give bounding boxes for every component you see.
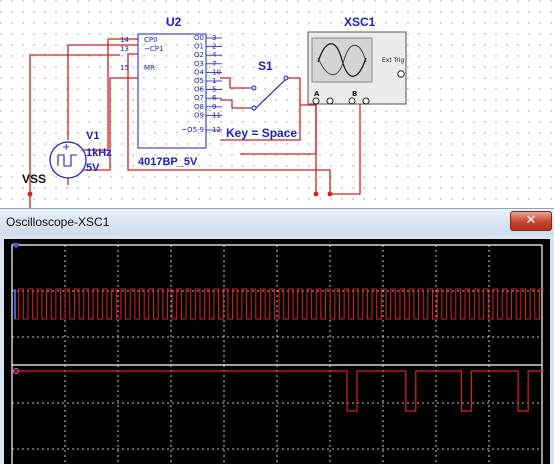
counter-pin-name: O0 (194, 34, 204, 42)
counter-pin-number: 15 (120, 64, 129, 72)
oscilloscope-window[interactable]: Oscilloscope-XSC1 ✕ (0, 208, 554, 464)
source-voltage: 5V (86, 162, 100, 174)
counter-pin-name: ~CP1 (144, 45, 163, 53)
ground-label: VSS (22, 172, 46, 186)
junction-dot (313, 191, 319, 197)
counter-pin-name: CP0 (144, 36, 158, 44)
trigger-marker-icon[interactable] (12, 243, 20, 249)
counter-pin-name: O1 (194, 43, 204, 51)
channel-b-minus-terminal[interactable] (362, 97, 370, 105)
scope-grid (11, 244, 543, 464)
counter-pin-name: ~O5-9 (181, 126, 204, 134)
channel-b-plus-terminal[interactable] (348, 97, 356, 105)
counter-pin-name: O3 (194, 60, 204, 68)
trace-channel-b (14, 370, 544, 412)
counter-pin-name: O5 (194, 77, 204, 85)
counter-pin-number: 13 (120, 45, 129, 53)
counter-pin-number: 14 (120, 36, 129, 44)
ext-trig-terminal[interactable] (397, 70, 405, 78)
junction-dot (27, 191, 33, 197)
counter-pin-name: O2 (194, 51, 204, 59)
schematic-canvas[interactable]: U2 4017BP_5V 14 CP013 ~CP115 MR O0 3O1 2O2 4O3… (0, 0, 554, 212)
grid-dots (0, 0, 554, 212)
source-ref: V1 (86, 130, 99, 142)
channel-a-label: A (314, 90, 320, 98)
scope-screen[interactable] (4, 239, 550, 464)
channel-a-position-marker-icon[interactable] (14, 289, 16, 319)
ext-trig-label: Ext Trig (382, 57, 405, 64)
window-title: Oscilloscope-XSC1 (6, 215, 110, 229)
svg-text:+: + (62, 142, 70, 153)
counter-ref: U2 (166, 15, 182, 29)
counter-pin-name: O6 (194, 86, 205, 94)
trace-channel-a (14, 288, 544, 320)
counter-pin-name: MR (144, 64, 155, 72)
scope-plot (11, 243, 544, 464)
junction-dot (327, 191, 333, 197)
channel-b-label: B (352, 90, 357, 98)
source-frequency: 1kHz (86, 147, 112, 159)
counter-pin-name: O8 (194, 103, 204, 111)
counter-part: 4017BP_5V (138, 156, 198, 168)
counter-pin-name: O4 (194, 68, 205, 76)
close-button[interactable]: ✕ (510, 211, 552, 231)
switch-ref: S1 (258, 59, 273, 73)
window-titlebar[interactable]: Oscilloscope-XSC1 ✕ (0, 209, 554, 235)
channel-a-minus-terminal[interactable] (326, 97, 334, 105)
switch-key-label: Key = Space (226, 126, 297, 140)
scope-ref: XSC1 (344, 15, 376, 29)
channel-a-plus-terminal[interactable] (312, 97, 320, 105)
counter-pin-name: O9 (194, 111, 204, 119)
counter-pin-name: O7 (194, 94, 204, 102)
